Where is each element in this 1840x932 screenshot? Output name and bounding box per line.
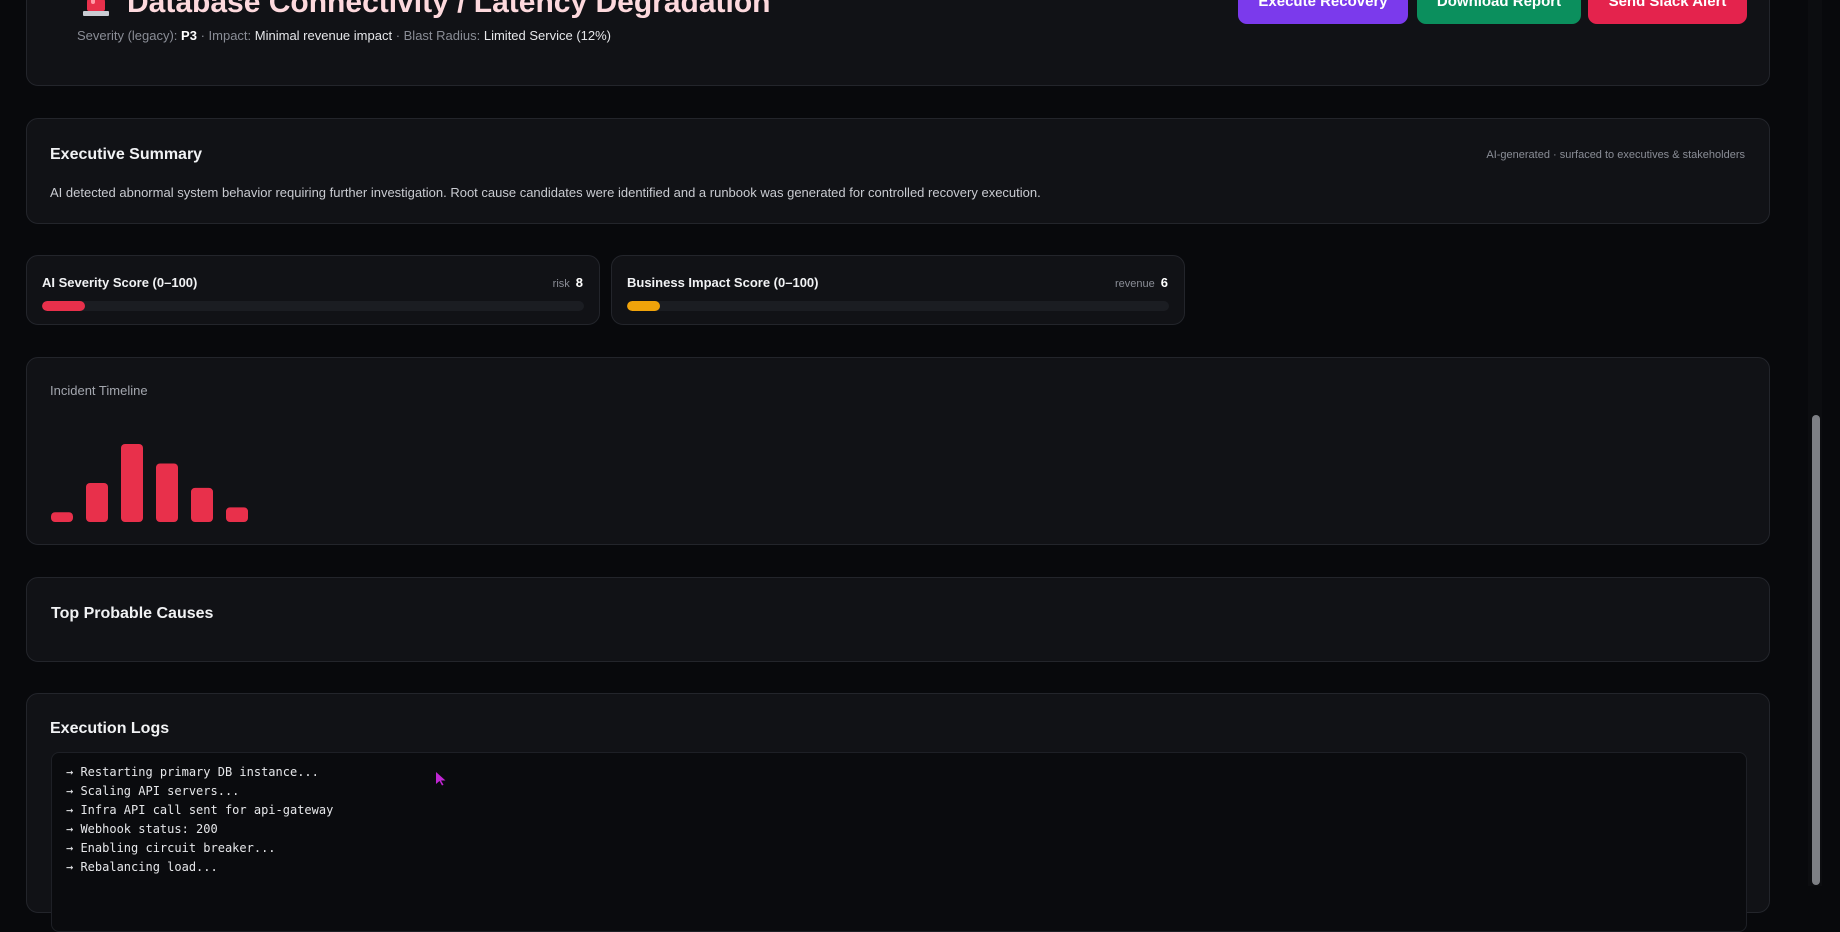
timeline-chart — [51, 444, 248, 522]
blast-value: Limited Service (12%) — [483, 28, 612, 43]
summary-text: AI detected abnormal system behavior req… — [50, 185, 1041, 200]
siren-icon — [83, 0, 109, 17]
blast-label: · Blast Radius: — [395, 28, 481, 43]
severity-score-readout: risk 8 — [553, 275, 583, 290]
timeline-bar — [226, 507, 248, 522]
scrollbar-thumb[interactable] — [1812, 415, 1820, 885]
business-impact-bar — [627, 301, 1169, 311]
business-impact-fill — [627, 301, 660, 311]
business-impact-card: Business Impact Score (0–100) revenue 6 — [611, 255, 1185, 325]
incident-title-row: Database Connectivity / Latency Degradat… — [83, 0, 771, 20]
incident-meta: Severity (legacy): P3 · Impact: Minimal … — [77, 28, 611, 43]
executive-summary-card: Executive Summary AI-generated · surface… — [26, 118, 1770, 224]
log-line: → Rebalancing load... — [66, 860, 218, 874]
log-line: → Scaling API servers... — [66, 784, 240, 798]
timeline-bar — [191, 487, 213, 522]
timeline-bar — [51, 512, 73, 522]
send-slack-alert-button[interactable]: Send Slack Alert — [1588, 0, 1747, 24]
cursor-icon — [436, 772, 446, 786]
impact-label: · Impact: — [200, 28, 252, 43]
summary-tag: AI-generated · surfaced to executives & … — [1486, 149, 1745, 161]
business-impact-readout: revenue 6 — [1115, 275, 1168, 290]
business-impact-value: 6 — [1160, 275, 1168, 290]
timeline-bar — [156, 463, 178, 522]
logs-title: Execution Logs — [50, 720, 170, 737]
business-impact-label: revenue — [1115, 278, 1155, 290]
summary-title: Executive Summary — [50, 146, 203, 163]
log-line: → Infra API call sent for api-gateway — [66, 803, 334, 817]
execution-logs-card: Execution Logs → Restarting primary DB i… — [26, 693, 1770, 932]
severity-score-card: AI Severity Score (0–100) risk 8 — [26, 255, 600, 325]
severity-score-fill — [42, 301, 86, 311]
severity-score-value: 8 — [575, 275, 583, 290]
log-line: → Webhook status: 200 — [66, 822, 218, 836]
causes-title: Top Probable Causes — [51, 605, 214, 622]
incident-title: Database Connectivity / Latency Degradat… — [127, 0, 771, 19]
severity-value: P3 — [181, 28, 197, 43]
log-line: → Restarting primary DB instance... — [66, 765, 319, 779]
severity-score-title: AI Severity Score (0–100) — [42, 275, 198, 290]
severity-label: Severity (legacy): — [77, 28, 178, 43]
business-impact-title: Business Impact Score (0–100) — [627, 275, 819, 290]
timeline-bar — [86, 483, 108, 522]
log-console: → Restarting primary DB instance... → Sc… — [51, 752, 1747, 932]
download-report-button[interactable]: Download Report — [1417, 0, 1581, 24]
timeline-bar — [121, 444, 143, 522]
severity-score-label: risk — [552, 278, 570, 290]
incident-timeline-card: Incident Timeline — [26, 357, 1770, 545]
impact-value: Minimal revenue impact — [254, 28, 393, 43]
execute-recovery-button[interactable]: Execute Recovery — [1238, 0, 1408, 24]
log-line: → Enabling circuit breaker... — [66, 841, 276, 855]
severity-score-bar — [42, 301, 584, 311]
top-causes-card: Top Probable Causes — [26, 577, 1770, 662]
